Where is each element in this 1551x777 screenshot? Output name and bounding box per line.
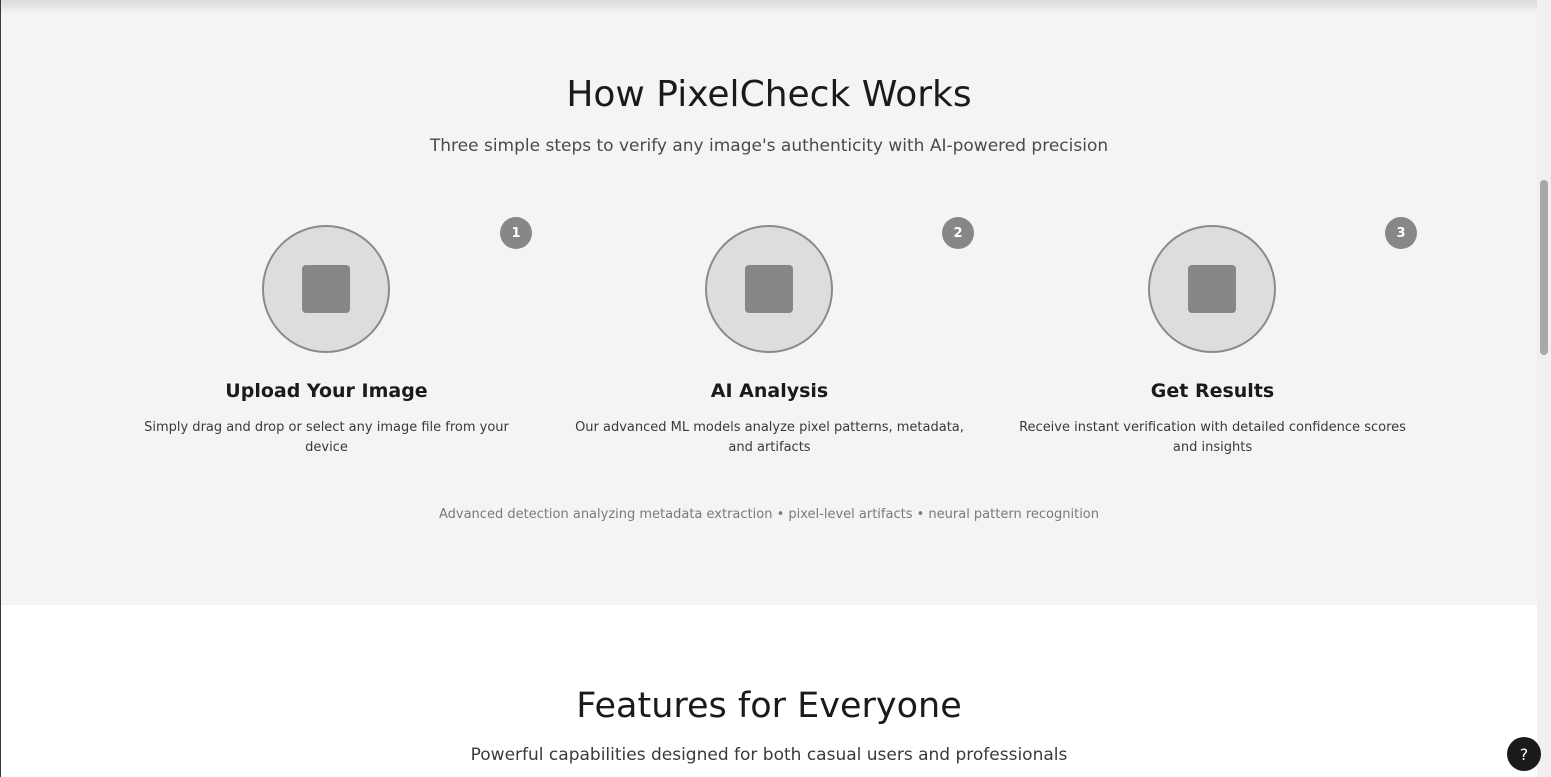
step-icon-circle (1148, 225, 1276, 353)
step-title: Get Results (1150, 380, 1275, 402)
step-number-badge: 3 (1385, 217, 1417, 249)
placeholder-square-icon (1188, 265, 1236, 313)
step-icon-circle (262, 225, 390, 353)
help-button[interactable]: ? (1507, 737, 1541, 771)
features-title: Features for Everyone (576, 686, 962, 726)
step-description: Receive instant verification with detail… (1019, 420, 1406, 455)
step-description: Simply drag and drop or select any image… (144, 420, 509, 455)
step-number-badge: 2 (942, 217, 974, 249)
step-description: Our advanced ML models analyze pixel pat… (575, 420, 964, 455)
detection-note: Advanced detection analyzing metadata ex… (438, 507, 1099, 522)
step-number-badge: 1 (500, 217, 532, 249)
how-it-works-section: How PixelCheck Works Three simple steps … (1, 0, 1537, 605)
step-ai-analysis: 2 AI Analysis Our advanced ML models ana… (548, 0, 991, 470)
scrollbar-thumb[interactable] (1540, 180, 1548, 355)
step-icon-circle (705, 225, 833, 353)
placeholder-square-icon (302, 265, 350, 313)
page-viewport: How PixelCheck Works Three simple steps … (0, 0, 1537, 777)
features-subtitle: Powerful capabilities designed for both … (470, 745, 1068, 765)
header-shadow (1, 0, 1537, 14)
step-upload: 1 Upload Your Image Simply drag and drop… (105, 0, 548, 470)
step-get-results: 3 Get Results Receive instant verificati… (991, 0, 1434, 470)
step-title: Upload Your Image (225, 380, 428, 402)
step-title: AI Analysis (710, 380, 829, 402)
page-scrollbar[interactable] (1537, 0, 1551, 777)
placeholder-square-icon (745, 265, 793, 313)
